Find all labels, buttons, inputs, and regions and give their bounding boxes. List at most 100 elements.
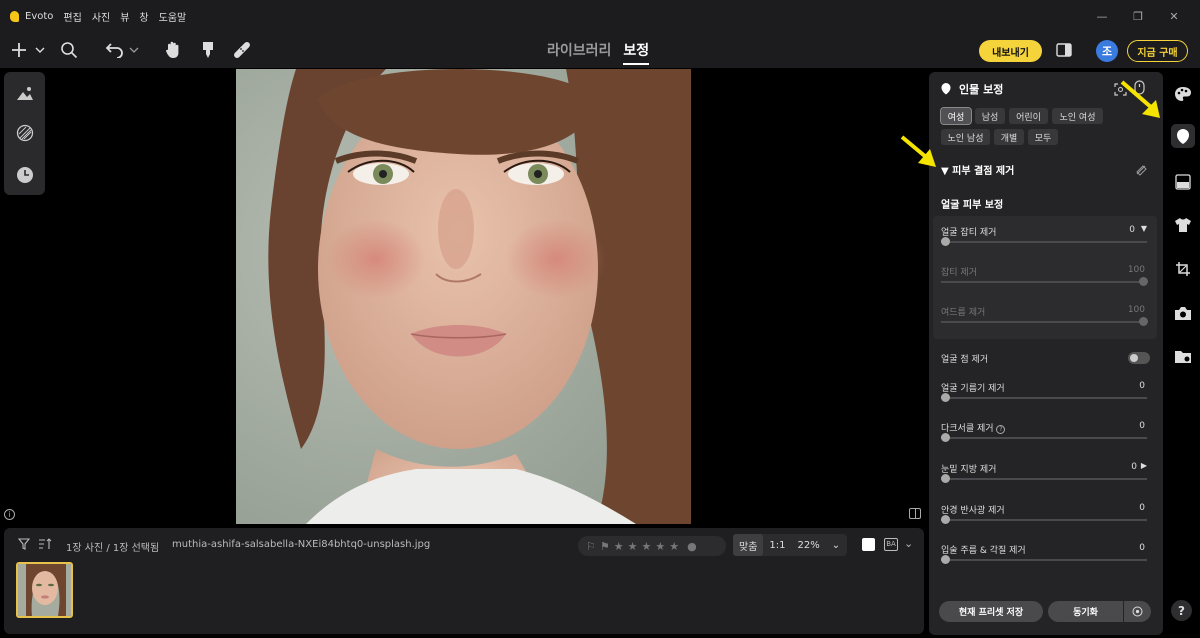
mole-removal-toggle[interactable]: [1128, 352, 1150, 364]
triangle-down-icon[interactable]: ▼: [1141, 224, 1147, 233]
slider-knob[interactable]: [941, 555, 950, 564]
brush-icon[interactable]: [198, 38, 218, 62]
camera-icon[interactable]: [1171, 301, 1195, 325]
avatar[interactable]: 조: [1096, 40, 1118, 62]
color-label-icon[interactable]: ●: [687, 540, 697, 553]
zoom-1-1-button[interactable]: 1:1: [763, 534, 791, 556]
slider-track[interactable]: [941, 559, 1147, 561]
chip-female[interactable]: 여성: [940, 107, 972, 125]
buy-now-button[interactable]: 지금 구매: [1127, 40, 1188, 62]
slider-dark-circle[interactable]: 다크서클 제거 ? 0: [941, 421, 1147, 442]
slider-knob[interactable]: [1139, 277, 1148, 286]
slider-knob[interactable]: [1139, 317, 1148, 326]
chip-individual[interactable]: 개별: [994, 129, 1024, 145]
annotation-arrow: [1120, 80, 1160, 118]
close-icon[interactable]: ✕: [1156, 10, 1192, 23]
photo-canvas[interactable]: [236, 69, 691, 524]
slider-knob[interactable]: [941, 393, 950, 402]
reject-flag-icon[interactable]: ⚑: [600, 540, 610, 553]
tab-edit[interactable]: 보정: [623, 40, 650, 65]
slider-knob[interactable]: [941, 474, 950, 483]
slider-glasses-glare[interactable]: 안경 반사광 제거 0: [941, 503, 1147, 524]
hand-icon[interactable]: [163, 38, 183, 62]
sort-icon[interactable]: [38, 538, 52, 553]
sidebar-toggle-icon[interactable]: [1055, 38, 1073, 62]
menu-edit[interactable]: 편집: [63, 9, 81, 24]
zoom-percent-select[interactable]: 22%: [792, 534, 826, 556]
annotation-arrow: [900, 135, 936, 167]
compare-view-icon[interactable]: [909, 508, 921, 519]
sync-settings-button[interactable]: [1124, 601, 1151, 622]
folder-icon[interactable]: [1171, 344, 1195, 368]
info-icon[interactable]: i: [4, 509, 15, 520]
chip-male[interactable]: 남성: [975, 108, 1005, 124]
slider-face-blemish[interactable]: 얼굴 잡티 제거 0 ▼: [941, 224, 1147, 246]
section-skin-blemish[interactable]: ▼ 피부 결점 제거: [941, 162, 1014, 177]
bandage-icon[interactable]: [231, 38, 253, 62]
chevron-down-icon[interactable]: ⌄: [826, 534, 846, 556]
star-icon[interactable]: ★: [655, 540, 665, 553]
face-icon[interactable]: [1171, 124, 1195, 148]
chip-all[interactable]: 모두: [1028, 129, 1058, 145]
crop-icon[interactable]: [1171, 257, 1195, 281]
tab-library[interactable]: 라이브러리: [547, 40, 611, 65]
slider-track[interactable]: [941, 241, 1147, 243]
retouch-panel: 인물 보정 여성 남성 어린이 노인 여성 노인 남성 개별 모두 ▼ 피부 결…: [929, 72, 1163, 635]
chevron-down-icon[interactable]: ⌄: [904, 537, 913, 550]
slider-track[interactable]: [941, 321, 1147, 323]
slider-eyebag[interactable]: 눈밑 지방 제거 0 ▶: [941, 461, 1147, 483]
slider-knob[interactable]: [941, 237, 950, 246]
minimize-icon[interactable]: —: [1084, 10, 1120, 23]
slider-track[interactable]: [941, 437, 1147, 439]
before-after-icon[interactable]: BA: [884, 538, 898, 551]
gradient-icon[interactable]: [1171, 170, 1195, 194]
toolbar: 라이브러리 보정 내보내기 조 지금 구매: [0, 32, 1200, 68]
help-circle-icon[interactable]: ?: [996, 425, 1006, 434]
right-module-bar: [1166, 72, 1200, 638]
search-icon[interactable]: [58, 38, 80, 62]
undo-icon[interactable]: [103, 38, 141, 62]
slider-label: 얼굴 기름기 제거: [941, 384, 1005, 394]
slider-oil-removal[interactable]: 얼굴 기름기 제거 0: [941, 381, 1147, 402]
save-preset-button[interactable]: 현재 프리셋 저장: [939, 601, 1043, 622]
slider-track[interactable]: [941, 397, 1147, 399]
shirt-icon[interactable]: [1171, 213, 1195, 237]
photo-thumbnail[interactable]: [16, 562, 73, 618]
zoom-fit-button[interactable]: 맞춤: [733, 534, 764, 556]
menu-help[interactable]: 도움말: [159, 9, 187, 24]
star-icon[interactable]: ★: [614, 540, 624, 553]
slider-label: 잡티 제거: [941, 268, 977, 278]
single-view-icon[interactable]: [862, 538, 875, 551]
triangle-right-icon[interactable]: ▶: [1141, 461, 1147, 470]
slider-spot-removal[interactable]: 잡티 제거 100: [941, 265, 1148, 286]
menu-view[interactable]: 뷰: [120, 9, 129, 24]
help-button[interactable]: ?: [1171, 600, 1192, 621]
flag-icon[interactable]: ⚐: [586, 540, 596, 553]
star-icon[interactable]: ★: [642, 540, 652, 553]
slider-acne-removal[interactable]: 여드름 제거 100: [941, 305, 1148, 326]
star-icon[interactable]: ★: [628, 540, 638, 553]
eraser-icon[interactable]: [1135, 161, 1147, 180]
slider-track[interactable]: [941, 519, 1147, 521]
slider-knob[interactable]: [941, 433, 950, 442]
file-name: muthia-ashifa-salsabella-NXEi84bhtq0-uns…: [172, 539, 431, 550]
slider-track[interactable]: [941, 478, 1147, 480]
export-button[interactable]: 내보내기: [979, 40, 1042, 62]
slider-knob[interactable]: [941, 515, 950, 524]
sync-button[interactable]: 동기화: [1048, 601, 1123, 622]
chip-elder-female[interactable]: 노인 여성: [1052, 108, 1103, 124]
texture-tool-icon[interactable]: [14, 122, 35, 143]
slider-track[interactable]: [941, 281, 1147, 283]
restore-icon[interactable]: ❐: [1120, 10, 1156, 23]
history-icon[interactable]: [14, 164, 35, 185]
chip-child[interactable]: 어린이: [1009, 108, 1048, 124]
slider-lip-wrinkle[interactable]: 입술 주름 & 각질 제거 0: [941, 543, 1147, 564]
menu-window[interactable]: 창: [139, 9, 148, 24]
add-icon[interactable]: [10, 38, 46, 62]
menu-photo[interactable]: 사진: [92, 9, 110, 24]
chip-elder-male[interactable]: 노인 남성: [941, 129, 990, 145]
star-icon[interactable]: ★: [669, 540, 679, 553]
portrait-tool-icon[interactable]: [14, 82, 35, 103]
filter-icon[interactable]: [17, 538, 31, 553]
palette-icon[interactable]: [1171, 82, 1195, 106]
